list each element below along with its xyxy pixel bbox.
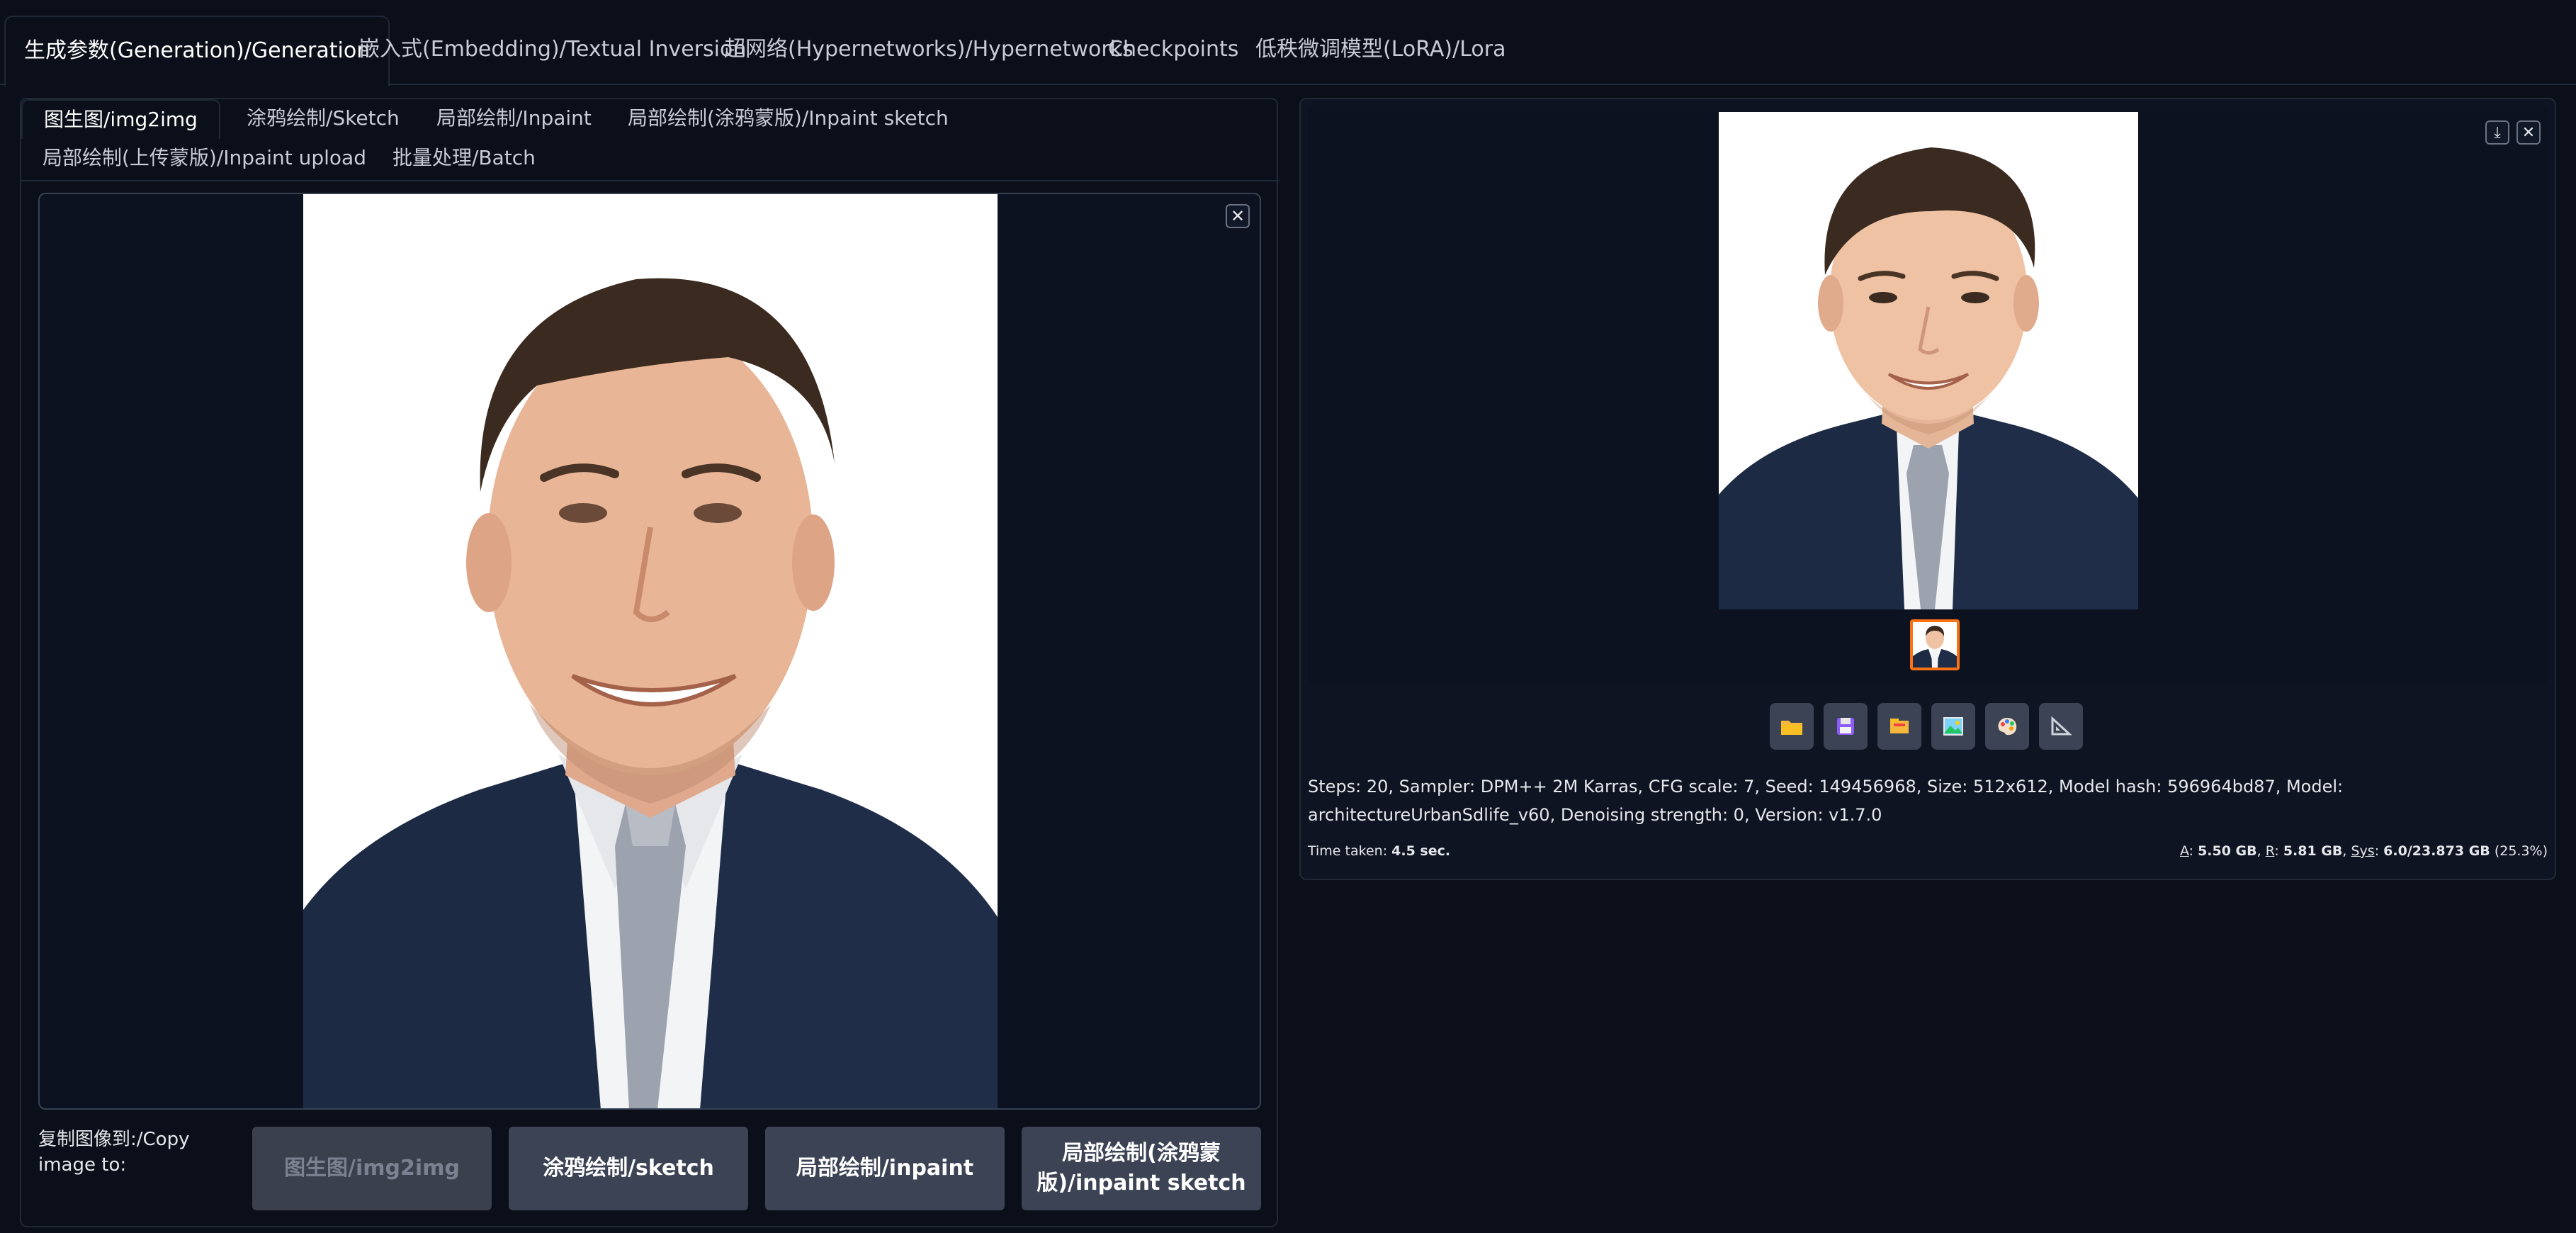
palette-icon [1998,718,2017,736]
input-image [303,194,998,1108]
copy-to-sketch-button[interactable]: 涂鸦绘制/sketch [509,1127,748,1210]
copy-image-label: 复制图像到:/Copy image to: [38,1129,190,1176]
thumbnail-image [1913,622,1957,668]
subtab-batch[interactable]: 批量处理/Batch [371,139,557,179]
vram-a-label: A [2179,843,2189,859]
send-to-inpaint-button[interactable] [1985,703,2029,750]
vram-a-value: 5.50 GB [2198,843,2257,859]
tab-lora[interactable]: 低秩微调模型(LoRA)/Lora [1237,16,1524,85]
output-gallery[interactable]: ⤓ ✕ [1308,106,2548,685]
main-tab-bar: 生成参数(Generation)/Generation 嵌入式(Embeddin… [0,0,2576,86]
close-icon: ✕ [1230,206,1245,226]
vram-r-label: R [2265,843,2275,859]
vram-percent: (25.3%) [2494,843,2548,859]
copy-to-inpaint-sketch-button[interactable]: 局部绘制(涂鸦蒙版)/inpaint sketch [1022,1127,1261,1210]
clear-image-button[interactable]: ✕ [1226,204,1250,228]
folder-icon [1781,721,1802,735]
subtab-inpaint-upload[interactable]: 局部绘制(上传蒙版)/Inpaint upload [21,139,388,179]
download-icon[interactable]: ⤓ [2485,120,2509,145]
time-taken-label: Time taken: [1308,843,1388,859]
tab-textual-inversion[interactable]: 嵌入式(Embedding)/Textual Inversion [340,16,764,85]
zip-button[interactable] [1877,703,1921,750]
vram-sys-label: Sys [2351,843,2375,859]
send-to-extras-button[interactable] [2039,703,2083,750]
copy-to-inpaint-button[interactable]: 局部绘制/inpaint [765,1127,1005,1210]
gallery-thumbnail[interactable] [1910,619,1960,670]
copy-image-to-row: 复制图像到:/Copy image to: 图生图/img2img 涂鸦绘制/s… [38,1127,1261,1219]
gallery-controls: ⤓ ✕ [2485,120,2541,145]
zip-icon [1890,719,1909,733]
copy-to-img2img-button[interactable]: 图生图/img2img [252,1127,492,1210]
vram-sys-value: 6.0/23.873 GB [2383,843,2490,859]
save-icon [1837,718,1854,735]
time-taken: Time taken: 4.5 sec. [1308,843,1450,859]
send-to-img2img-button[interactable] [1931,703,1975,750]
time-taken-value: 4.5 sec. [1391,843,1451,859]
input-image-area[interactable]: ✕ [38,193,1261,1110]
picture-icon [1943,717,1963,736]
output-image[interactable] [1719,112,2138,609]
tab-generation[interactable]: 生成参数(Generation)/Generation [4,16,390,86]
img2img-input-panel: 图生图/img2img 涂鸦绘制/Sketch 局部绘制/Inpaint 局部绘… [20,98,1279,1227]
tab-checkpoints[interactable]: Checkpoints [1090,16,1257,85]
subtab-inpaint-sketch[interactable]: 局部绘制(涂鸦蒙版)/Inpaint sketch [606,99,970,139]
vram-usage: A: 5.50 GB, R: 5.81 GB, Sys: 6.0/23.873 … [2179,843,2548,859]
open-folder-button[interactable] [1770,703,1814,750]
subtab-divider [21,180,1279,181]
img2img-mode-tabs: 图生图/img2img 涂鸦绘制/Sketch 局部绘制/Inpaint 局部绘… [21,99,1279,181]
close-gallery-icon[interactable]: ✕ [2516,120,2541,145]
performance-info: Time taken: 4.5 sec. A: 5.50 GB, R: 5.81… [1308,843,2548,865]
subtab-sketch[interactable]: 涂鸦绘制/Sketch [225,99,421,139]
generation-info: Steps: 20, Sampler: DPM++ 2M Karras, CFG… [1308,777,2344,825]
subtab-inpaint[interactable]: 局部绘制/Inpaint [415,99,613,139]
output-toolbar [1770,703,2083,750]
save-button[interactable] [1824,703,1868,750]
triangle-ruler-icon [2051,716,2072,736]
vram-r-value: 5.81 GB [2283,843,2343,859]
output-panel: ⤓ ✕ Steps: 20, Sampler: DPM++ 2M Karras,… [1299,98,2556,880]
tab-hypernetworks[interactable]: 超网络(Hypernetworks)/Hypernetworks [706,16,1152,85]
subtab-img2img[interactable]: 图生图/img2img [21,99,220,139]
